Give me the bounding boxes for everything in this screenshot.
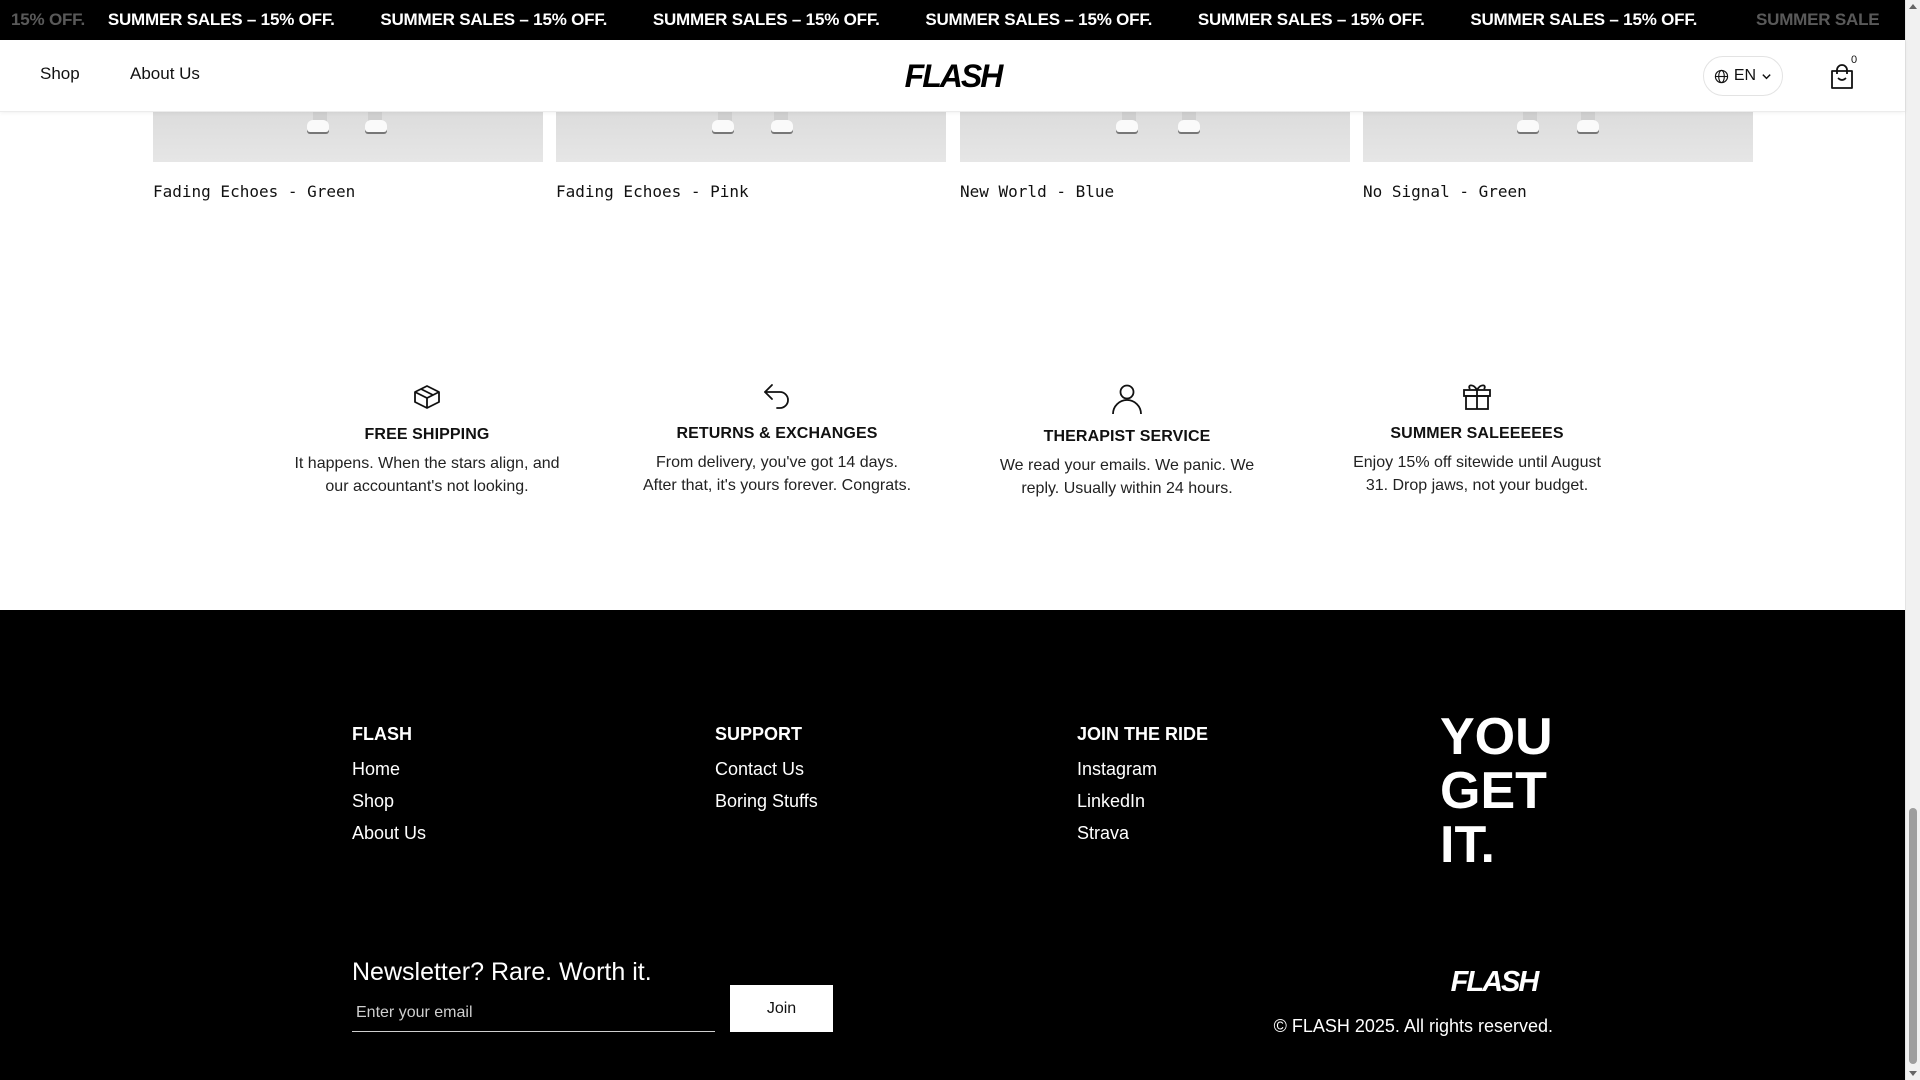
return-arrow-icon — [764, 384, 789, 409]
slogan-line: YOU — [1440, 708, 1553, 766]
footer-column-title: SUPPORT — [715, 724, 803, 744]
slogan-line: IT. — [1440, 816, 1495, 874]
footer-link-boring-stuffs[interactable]: Boring Stuffs — [715, 791, 818, 812]
person-icon — [1112, 384, 1142, 415]
feature-text: Enjoy 15% off sitewide until August 31. … — [1353, 454, 1601, 494]
product-name[interactable]: Fading Echoes - Pink — [556, 182, 749, 201]
announcement-item: SUMMER SALES – 15% OFF. — [1197, 10, 1425, 29]
footer-slogan: YOU GET IT. — [1440, 710, 1553, 872]
newsletter-email-input[interactable] — [352, 994, 715, 1032]
shopping-bag-icon — [1831, 64, 1853, 89]
product-image[interactable] — [1363, 112, 1753, 162]
cart-count: 0 — [1851, 54, 1858, 66]
nav-shop[interactable]: Shop — [40, 64, 80, 84]
gift-icon — [1463, 384, 1491, 410]
footer-flash-logo[interactable]: FLASH — [1444, 966, 1544, 996]
announcement-item: 15% OFF. — [11, 10, 85, 29]
announcement-item: SUMMER SALES – 15% OFF. — [1470, 10, 1698, 29]
feature-returns: RETURNS & EXCHANGES From delivery, you'v… — [642, 377, 912, 497]
newsletter-title: Newsletter? Rare. Worth it. — [352, 958, 652, 986]
footer-column-title: FLASH — [352, 724, 412, 744]
announcement-item: SUMMER SALE — [1756, 10, 1880, 29]
footer-column-title: JOIN THE RIDE — [1077, 724, 1209, 744]
announcement-item: SUMMER SALES – 15% OFF. — [925, 10, 1153, 29]
box-icon — [414, 385, 440, 409]
feature-title: THERAPIST SERVICE — [1043, 428, 1211, 445]
footer-column-join-the-ride: JOIN THE RIDE Instagram LinkedIn Strava — [1077, 724, 1208, 855]
page-scrollbar[interactable] — [1905, 0, 1920, 1080]
site-header: Shop About Us FLASH EN 0 — [0, 40, 1905, 112]
footer-link-about-us[interactable]: About Us — [352, 823, 426, 844]
product-image[interactable] — [556, 112, 946, 162]
newsletter-join-button[interactable]: Join — [730, 985, 833, 1032]
footer-link-contact-us[interactable]: Contact Us — [715, 759, 818, 780]
announcement-track: 15% OFF. SUMMER SALES – 15% OFF. SUMMER … — [0, 0, 1905, 40]
chevron-down-icon — [1762, 73, 1771, 79]
nav-about-us[interactable]: About Us — [130, 64, 200, 84]
announcement-item: SUMMER SALES – 15% OFF. — [380, 10, 608, 29]
footer-column-support: SUPPORT Contact Us Boring Stuffs — [715, 724, 818, 823]
feature-text: From delivery, you've got 14 days. After… — [642, 454, 912, 494]
feature-summer-sale: SUMMER SALEEEEES Enjoy 15% off sitewide … — [1342, 377, 1612, 497]
slogan-line: GET — [1440, 762, 1547, 820]
feature-title: SUMMER SALEEEEES — [1390, 425, 1564, 442]
feature-text: We read your emails. We panic. We reply.… — [999, 457, 1255, 497]
feature-title: RETURNS & EXCHANGES — [676, 425, 878, 442]
announcement-bar: 15% OFF. SUMMER SALES – 15% OFF. SUMMER … — [0, 0, 1905, 40]
logo-text: FLASH — [905, 60, 1005, 92]
feature-therapist: THERAPIST SERVICE We read your emails. W… — [992, 380, 1262, 500]
feature-text: It happens. When the stars align, and ou… — [294, 455, 560, 495]
flash-logo[interactable]: FLASH — [900, 60, 1006, 92]
language-selector[interactable]: EN — [1703, 56, 1783, 96]
scrollbar-thumb[interactable] — [1909, 808, 1917, 1064]
scroll-down-arrow-icon[interactable] — [1909, 1071, 1917, 1076]
product-name[interactable]: New World - Blue — [960, 182, 1114, 201]
announcement-item: SUMMER SALES – 15% OFF. — [107, 10, 335, 29]
footer-link-linkedin[interactable]: LinkedIn — [1077, 791, 1208, 812]
announcement-item: SUMMER SALES – 15% OFF. — [652, 10, 880, 29]
footer-link-strava[interactable]: Strava — [1077, 823, 1208, 844]
footer-column-flash: FLASH Home Shop About Us — [352, 724, 426, 855]
feature-title: FREE SHIPPING — [364, 426, 490, 443]
copyright: © FLASH 2025. All rights reserved. — [1273, 1016, 1553, 1036]
scroll-up-arrow-icon[interactable] — [1909, 4, 1917, 9]
cart-button[interactable]: 0 — [1830, 54, 1860, 94]
product-image[interactable] — [153, 112, 543, 162]
footer-link-home[interactable]: Home — [352, 759, 426, 780]
globe-icon — [1714, 69, 1729, 83]
footer-link-instagram[interactable]: Instagram — [1077, 759, 1208, 780]
footer-link-shop[interactable]: Shop — [352, 791, 426, 812]
language-label: EN — [1733, 67, 1757, 84]
product-image[interactable] — [960, 112, 1350, 162]
feature-free-shipping: FREE SHIPPING It happens. When the stars… — [292, 378, 562, 498]
product-name[interactable]: Fading Echoes - Green — [153, 182, 355, 201]
site-footer: FLASH Home Shop About Us SUPPORT Contact… — [0, 610, 1905, 1080]
footer-logo-text: FLASH — [1451, 966, 1541, 996]
product-name[interactable]: No Signal - Green — [1363, 182, 1527, 201]
